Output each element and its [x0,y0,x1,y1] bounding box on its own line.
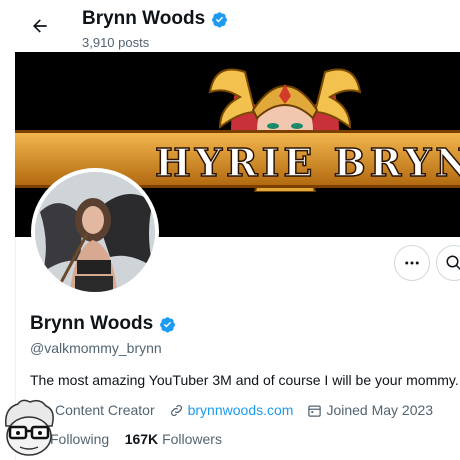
header-name: Brynn Woods [82,8,206,29]
profile-meta: Content Creator brynnwoods.com Joined Ma… [36,402,447,418]
header-post-count: 3,910 posts [82,35,150,50]
link-icon [170,404,182,416]
more-button[interactable] [394,245,430,281]
more-dots-icon [405,261,419,265]
avatar-image [35,172,155,292]
search-button[interactable] [436,245,460,281]
joined-date: Joined May 2023 [326,402,434,418]
meta-joined: Joined May 2023 [307,402,433,418]
following-link[interactable]: Following [50,431,109,447]
verified-badge-icon[interactable] [159,316,176,333]
meta-category-label: Content Creator [55,402,155,418]
profile-name: Brynn Woods [30,313,154,334]
profile-handle: @valkmommy_brynn [30,340,162,356]
header-name-row: Brynn Woods [82,8,228,30]
meta-website[interactable]: brynnwoods.com [169,402,294,418]
avatar[interactable] [31,168,159,296]
avatar-illustration [35,172,155,292]
profile-bio: The most amazing YouTuber 3M and of cour… [30,372,459,388]
banner-text: HYRIE BRYN [154,139,460,186]
website-link[interactable]: brynnwoods.com [188,402,294,418]
followers-label[interactable]: Followers [162,431,222,447]
follow-stats: Following 167K Followers [50,431,222,447]
arrow-left-icon[interactable] [30,16,50,36]
followers-count[interactable]: 167K [125,431,158,447]
verified-badge-icon [212,11,228,28]
profile-header: Brynn Woods 3,910 posts [0,0,460,52]
profile-name-row: Brynn Woods [30,313,176,335]
calendar-icon [308,405,322,417]
search-icon [446,255,460,271]
glasses-face-meme [5,399,54,456]
